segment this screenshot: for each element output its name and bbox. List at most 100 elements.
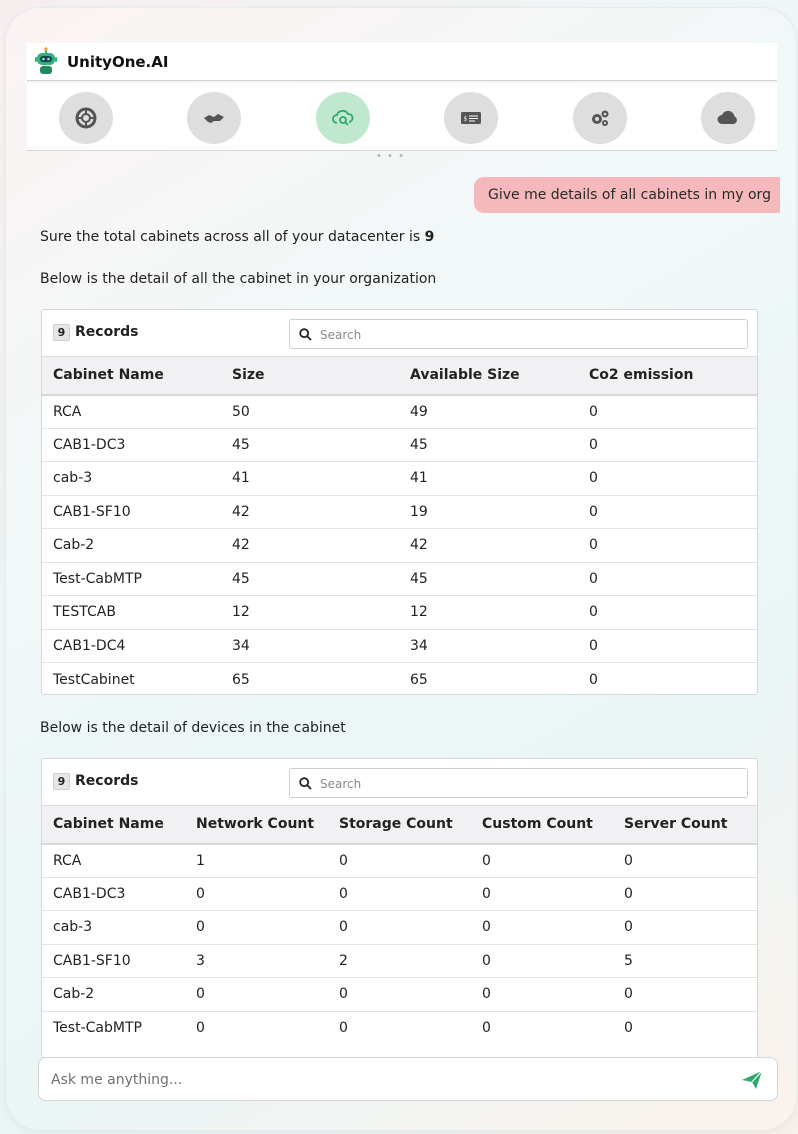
user-message-text: Give me details of all cabinets in my or…	[488, 187, 771, 203]
table-cell: 0	[328, 843, 471, 878]
table-cell: 50	[221, 394, 399, 429]
table-cell: Cab-2	[42, 528, 221, 563]
record-count-badge: 9	[53, 324, 70, 341]
table-cell: Test-CabMTP	[42, 562, 221, 596]
table-cell: 42	[221, 495, 399, 529]
table-cell: 41	[399, 461, 578, 496]
table-cell: 0	[578, 461, 757, 496]
table-cell: cab-3	[42, 461, 221, 496]
table-cell: 0	[328, 910, 471, 945]
table-cell: 0	[578, 495, 757, 529]
column-header[interactable]: Available Size	[399, 356, 578, 396]
column-header[interactable]: Server Count	[613, 805, 757, 845]
nav-billing-button[interactable]: $	[444, 92, 498, 144]
app-frame: UnityOne.AI $ • • • Give me details of a…	[6, 8, 796, 1130]
cabinets-table-header-bar: 9 Records	[42, 310, 757, 356]
column-header[interactable]: Cabinet Name	[42, 805, 185, 845]
table-cell: 0	[578, 562, 757, 596]
robot-logo-icon	[35, 46, 57, 74]
bot-total-value: 9	[424, 229, 435, 245]
search-icon	[299, 777, 312, 790]
table-cell: CAB1-SF10	[42, 944, 185, 978]
table-cell: 0	[471, 843, 613, 878]
table-cell: RCA	[42, 843, 185, 878]
send-icon[interactable]	[741, 1070, 763, 1090]
table-cell: 2	[328, 944, 471, 978]
table-cell: CAB1-SF10	[42, 495, 221, 529]
table-cell: 45	[221, 428, 399, 462]
table-cell: 0	[328, 877, 471, 911]
table-cell: cab-3	[42, 910, 185, 945]
search-icon	[299, 328, 312, 341]
column-header[interactable]: Co2 emission	[578, 356, 757, 396]
table-cell: 0	[613, 910, 757, 945]
chat-input-field[interactable]	[51, 1068, 711, 1092]
table-cell: 0	[185, 977, 328, 1012]
table-cell: CAB1-DC3	[42, 428, 221, 462]
table-cell: 0	[339, 1020, 348, 1036]
table-cell: 0	[185, 910, 328, 945]
table-cell: 65	[232, 671, 250, 688]
table-cell: Test-CabMTP	[53, 1020, 142, 1036]
table-row: TestCabinet 65 65 0	[42, 663, 757, 695]
bot-devices-intro: Below is the detail of devices in the ca…	[40, 720, 346, 736]
bot-total-text: Sure the total cabinets across all of yo…	[40, 229, 425, 245]
table-cell: 0	[471, 910, 613, 945]
devices-search-input[interactable]	[320, 773, 740, 794]
table-row: CAB1-SF10 3 2 0 5	[42, 944, 757, 978]
gears-icon	[592, 110, 609, 126]
column-header[interactable]: Storage Count	[328, 805, 471, 845]
table-cell: 45	[399, 562, 578, 596]
chat-input-box[interactable]	[38, 1057, 778, 1101]
table-row: Test-CabMTP 45 45 0	[42, 562, 757, 596]
table-cell: TestCabinet	[53, 671, 135, 688]
table-cell: 12	[221, 595, 399, 630]
cabinets-search-box[interactable]	[289, 319, 748, 349]
nav-partners-button[interactable]	[187, 92, 241, 144]
table-cell: 0	[613, 977, 757, 1012]
table-cell: 41	[221, 461, 399, 496]
table-row: TESTCAB 12 12 0	[42, 595, 757, 630]
records-label: Records	[75, 324, 139, 340]
records-label: Records	[75, 773, 139, 789]
table-cell: 0	[185, 877, 328, 911]
column-header[interactable]: Network Count	[185, 805, 328, 845]
cabinets-search-input[interactable]	[320, 324, 740, 345]
column-header[interactable]: Size	[221, 356, 399, 396]
bot-cabinets-intro: Below is the detail of all the cabinet i…	[40, 271, 437, 287]
table-cell: 65	[410, 671, 428, 688]
scroll-indicator: • • •	[376, 151, 406, 162]
table-cell: 0	[471, 877, 613, 911]
nav-cloud-search-button[interactable]	[316, 92, 370, 144]
table-row: cab-3 41 41 0	[42, 461, 757, 496]
nav-support-button[interactable]	[59, 92, 113, 144]
table-cell: CAB1-DC4	[42, 629, 221, 663]
table-cell: 0	[613, 843, 757, 878]
table-cell: CAB1-DC3	[42, 877, 185, 911]
cabinets-table: Cabinet Name Size Available Size Co2 emissi…	[42, 356, 757, 695]
user-message-bubble: Give me details of all cabinets in my or…	[474, 177, 780, 213]
cloud-icon	[717, 110, 737, 124]
table-cell: 5	[613, 944, 757, 978]
devices-table-header-bar: 9 Records	[42, 759, 757, 805]
table-row: RCA 50 49 0	[42, 394, 757, 429]
table-row: CAB1-DC4 34 34 0	[42, 629, 757, 663]
table-row: RCA 1 0 0 0	[42, 843, 757, 878]
table-cell: 0	[328, 977, 471, 1012]
table-cell: 12	[399, 595, 578, 630]
table-cell: 0	[624, 1020, 633, 1036]
table-cell: 45	[221, 562, 399, 596]
column-header[interactable]: Custom Count	[471, 805, 613, 845]
nav-settings-button[interactable]	[573, 92, 627, 144]
nav-cloud-button[interactable]	[701, 92, 755, 144]
bot-total-line: Sure the total cabinets across all of yo…	[40, 229, 434, 245]
devices-search-box[interactable]	[289, 768, 748, 798]
table-row: CAB1-DC3 0 0 0 0	[42, 877, 757, 911]
lifebuoy-icon	[75, 107, 97, 129]
app-title: UnityOne.AI	[67, 52, 169, 71]
table-cell: 0	[578, 428, 757, 462]
table-cell: 45	[399, 428, 578, 462]
table-cell: 0	[578, 528, 757, 563]
table-row: CAB1-DC3 45 45 0	[42, 428, 757, 462]
column-header[interactable]: Cabinet Name	[42, 356, 221, 396]
